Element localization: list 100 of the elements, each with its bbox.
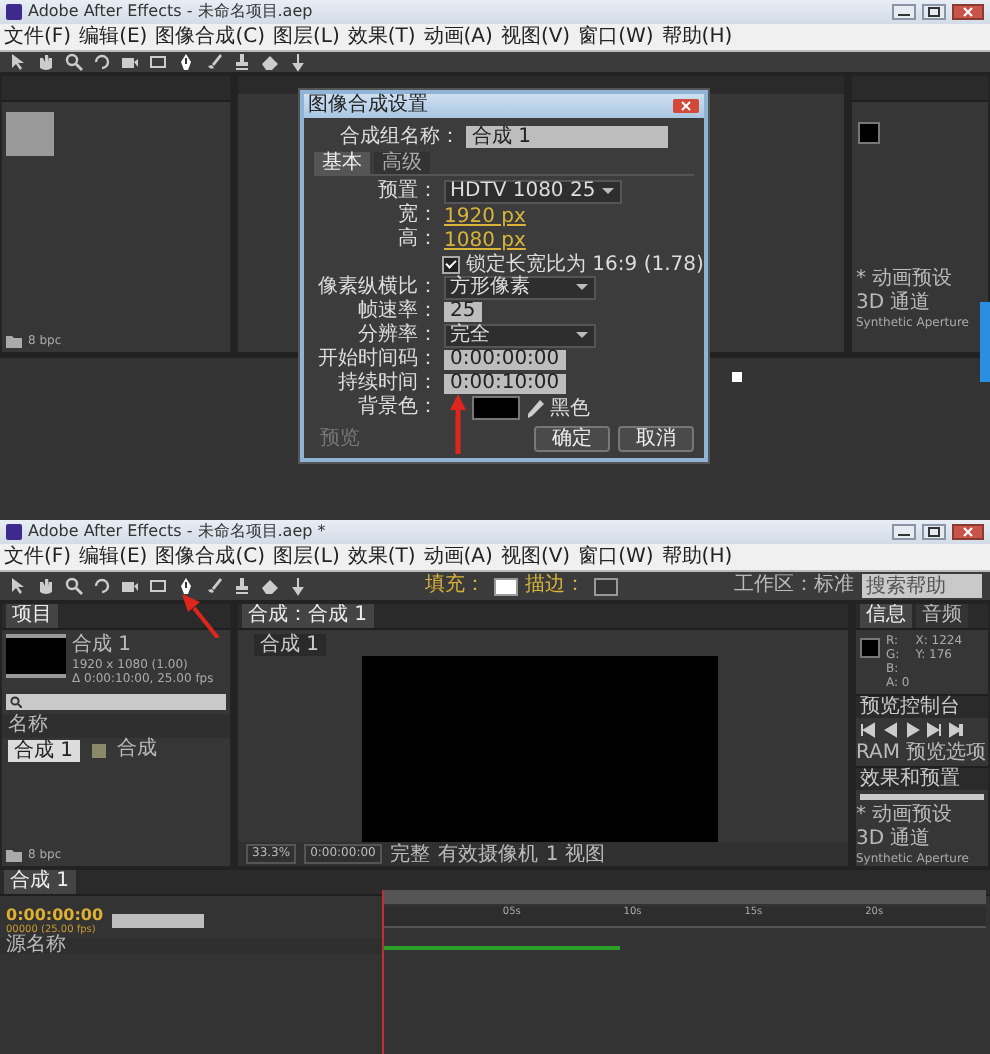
dialog-title: 图像合成设置 bbox=[308, 94, 428, 118]
fill-swatch[interactable] bbox=[493, 577, 517, 595]
hand-icon[interactable] bbox=[36, 576, 56, 596]
menu-item[interactable]: 图层(L) bbox=[272, 24, 340, 50]
stroke-swatch[interactable] bbox=[593, 577, 617, 595]
pen-icon[interactable] bbox=[176, 576, 196, 596]
folder-icon[interactable] bbox=[6, 848, 22, 862]
zoom-icon[interactable] bbox=[64, 52, 84, 72]
menu-item[interactable]: 编辑(E) bbox=[79, 544, 148, 570]
menu-item[interactable]: 帮助(H) bbox=[661, 544, 733, 570]
menu-item[interactable]: 效果(T) bbox=[347, 544, 416, 570]
preview-options-dropdown[interactable]: RAM 预览选项 bbox=[856, 742, 988, 766]
fill-label: 填充： bbox=[425, 574, 485, 598]
window-title: Adobe After Effects - 未命名项目.aep * bbox=[28, 520, 326, 544]
panel-tab[interactable]: 合成：合成 1 bbox=[242, 604, 374, 628]
minimize-icon[interactable] bbox=[892, 4, 916, 20]
menu-item[interactable]: 帮助(H) bbox=[661, 24, 733, 50]
rotate-icon[interactable] bbox=[92, 52, 112, 72]
arrow-cursor-icon[interactable] bbox=[8, 576, 28, 596]
comp-subtab[interactable]: 合成 1 bbox=[254, 634, 326, 656]
column-header: 名称 bbox=[8, 714, 48, 738]
step-back-icon[interactable] bbox=[882, 722, 898, 738]
dropdown[interactable]: 方形像素 bbox=[444, 276, 596, 300]
minimize-icon[interactable] bbox=[892, 524, 916, 540]
step-forward-icon[interactable] bbox=[926, 722, 942, 738]
first-frame-icon[interactable] bbox=[860, 722, 876, 738]
number-value[interactable]: 1920 px bbox=[444, 205, 526, 227]
menu-item[interactable]: 视图(V) bbox=[500, 544, 571, 570]
rotate-icon[interactable] bbox=[92, 576, 112, 596]
resolution-dropdown[interactable]: 完整 bbox=[389, 843, 430, 865]
checkbox[interactable] bbox=[442, 255, 460, 273]
input-field[interactable]: 0:00:00:00 bbox=[444, 350, 566, 370]
rectangle-tool-icon[interactable] bbox=[148, 576, 168, 596]
field-label: 像素纵横比： bbox=[316, 276, 438, 299]
menu-item[interactable]: 图层(L) bbox=[272, 544, 340, 570]
composition-icon bbox=[91, 743, 106, 757]
camera-icon[interactable] bbox=[120, 576, 140, 596]
effects-item[interactable]: 3D 通道 bbox=[856, 828, 988, 852]
name-field[interactable]: 合成 1 bbox=[466, 125, 668, 147]
menu-item[interactable]: 图像合成(C) bbox=[155, 544, 265, 570]
hand-icon[interactable] bbox=[36, 52, 56, 72]
field-label: 分辨率： bbox=[356, 324, 438, 347]
input-field[interactable]: 25 bbox=[444, 302, 482, 322]
search-field[interactable] bbox=[111, 913, 204, 927]
field-label: 背景色： bbox=[356, 396, 438, 420]
panel-tab[interactable]: 合成 1 bbox=[4, 870, 76, 894]
menu-item[interactable]: 编辑(E) bbox=[79, 24, 148, 50]
zoom-icon[interactable] bbox=[64, 576, 84, 596]
effects-item[interactable]: * 动画预设 bbox=[856, 268, 969, 292]
menu-item[interactable]: 动画(A) bbox=[423, 24, 493, 50]
menu-item[interactable]: 视图(V) bbox=[500, 24, 571, 50]
column-header: 源名称 bbox=[6, 934, 66, 958]
arrow-cursor-icon[interactable] bbox=[8, 52, 28, 72]
dropdown[interactable]: 完全 bbox=[444, 324, 596, 348]
dialog-tab[interactable]: 基本 bbox=[314, 152, 370, 174]
menu-item[interactable]: 窗口(W) bbox=[578, 544, 654, 570]
last-frame-icon[interactable] bbox=[948, 722, 964, 738]
folder-icon[interactable] bbox=[6, 334, 22, 348]
play-icon[interactable] bbox=[904, 722, 920, 738]
color-swatch[interactable] bbox=[472, 396, 520, 420]
menu-item[interactable]: 文件(F) bbox=[4, 24, 72, 50]
stamp-icon[interactable] bbox=[232, 52, 252, 72]
camera-icon[interactable] bbox=[120, 52, 140, 72]
close-icon[interactable] bbox=[952, 524, 984, 540]
maximize-icon[interactable] bbox=[922, 4, 946, 20]
effects-item[interactable]: 3D 通道 bbox=[856, 292, 969, 316]
menu-item[interactable]: 效果(T) bbox=[347, 24, 416, 50]
input-field[interactable]: 0:00:10:00 bbox=[444, 374, 566, 394]
close-icon[interactable] bbox=[672, 98, 700, 114]
panel-tab[interactable]: 项目 bbox=[6, 604, 58, 628]
view-dropdown[interactable]: 1 视图 bbox=[545, 843, 605, 865]
rectangle-tool-icon[interactable] bbox=[148, 52, 168, 72]
menu-item[interactable]: 文件(F) bbox=[4, 544, 72, 570]
current-time[interactable]: 0:00:00:00 bbox=[6, 905, 104, 923]
field-label: 高： bbox=[396, 228, 438, 252]
search-field[interactable] bbox=[6, 694, 226, 710]
panel-tab[interactable]: 信息 bbox=[860, 604, 912, 628]
effects-item[interactable]: * 动画预设 bbox=[856, 804, 988, 828]
project-item[interactable]: 合成 1 bbox=[8, 739, 80, 761]
menu-item[interactable]: 图像合成(C) bbox=[155, 24, 265, 50]
dialog-button[interactable]: 取消 bbox=[618, 426, 694, 452]
dialog-button[interactable]: 确定 bbox=[534, 426, 610, 452]
menu-item[interactable]: 动画(A) bbox=[423, 544, 493, 570]
number-value[interactable]: 1080 px bbox=[444, 229, 526, 251]
stamp-icon[interactable] bbox=[232, 576, 252, 596]
close-icon[interactable] bbox=[952, 4, 984, 20]
dropdown[interactable]: HDTV 1080 25 bbox=[444, 180, 622, 204]
brush-icon[interactable] bbox=[204, 576, 224, 596]
comp-thumbnail bbox=[6, 112, 54, 156]
app-icon bbox=[6, 4, 22, 20]
stroke-label: 描边： bbox=[525, 574, 585, 598]
dialog-tab[interactable]: 高级 bbox=[374, 152, 430, 174]
pen-icon[interactable] bbox=[176, 52, 196, 72]
search-field[interactable]: 搜索帮助 bbox=[862, 574, 982, 598]
maximize-icon[interactable] bbox=[922, 524, 946, 540]
menu-item[interactable]: 窗口(W) bbox=[578, 24, 654, 50]
brush-icon[interactable] bbox=[204, 52, 224, 72]
search-field[interactable] bbox=[860, 794, 984, 800]
eyedropper-icon[interactable] bbox=[526, 399, 544, 417]
camera-dropdown[interactable]: 有效摄像机 bbox=[437, 843, 538, 865]
